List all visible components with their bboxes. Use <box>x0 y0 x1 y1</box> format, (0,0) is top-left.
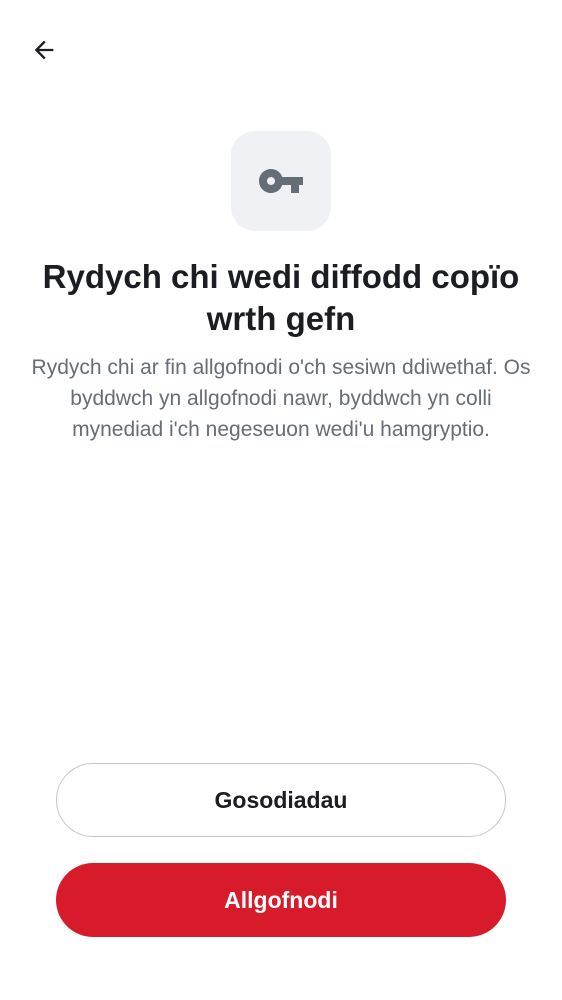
page-description: Rydych chi ar fin allgofnodi o'ch sesiwn… <box>31 356 531 441</box>
settings-button[interactable]: Gosodiadau <box>56 763 506 837</box>
page-title: Rydych chi wedi diffodd copïo wrth gefn <box>42 258 520 337</box>
key-icon-tile <box>231 131 331 231</box>
arrow-left-icon <box>34 40 54 60</box>
sign-out-button[interactable]: Allgofnodi <box>56 863 506 937</box>
key-icon <box>259 169 303 193</box>
back-button[interactable] <box>20 26 68 74</box>
